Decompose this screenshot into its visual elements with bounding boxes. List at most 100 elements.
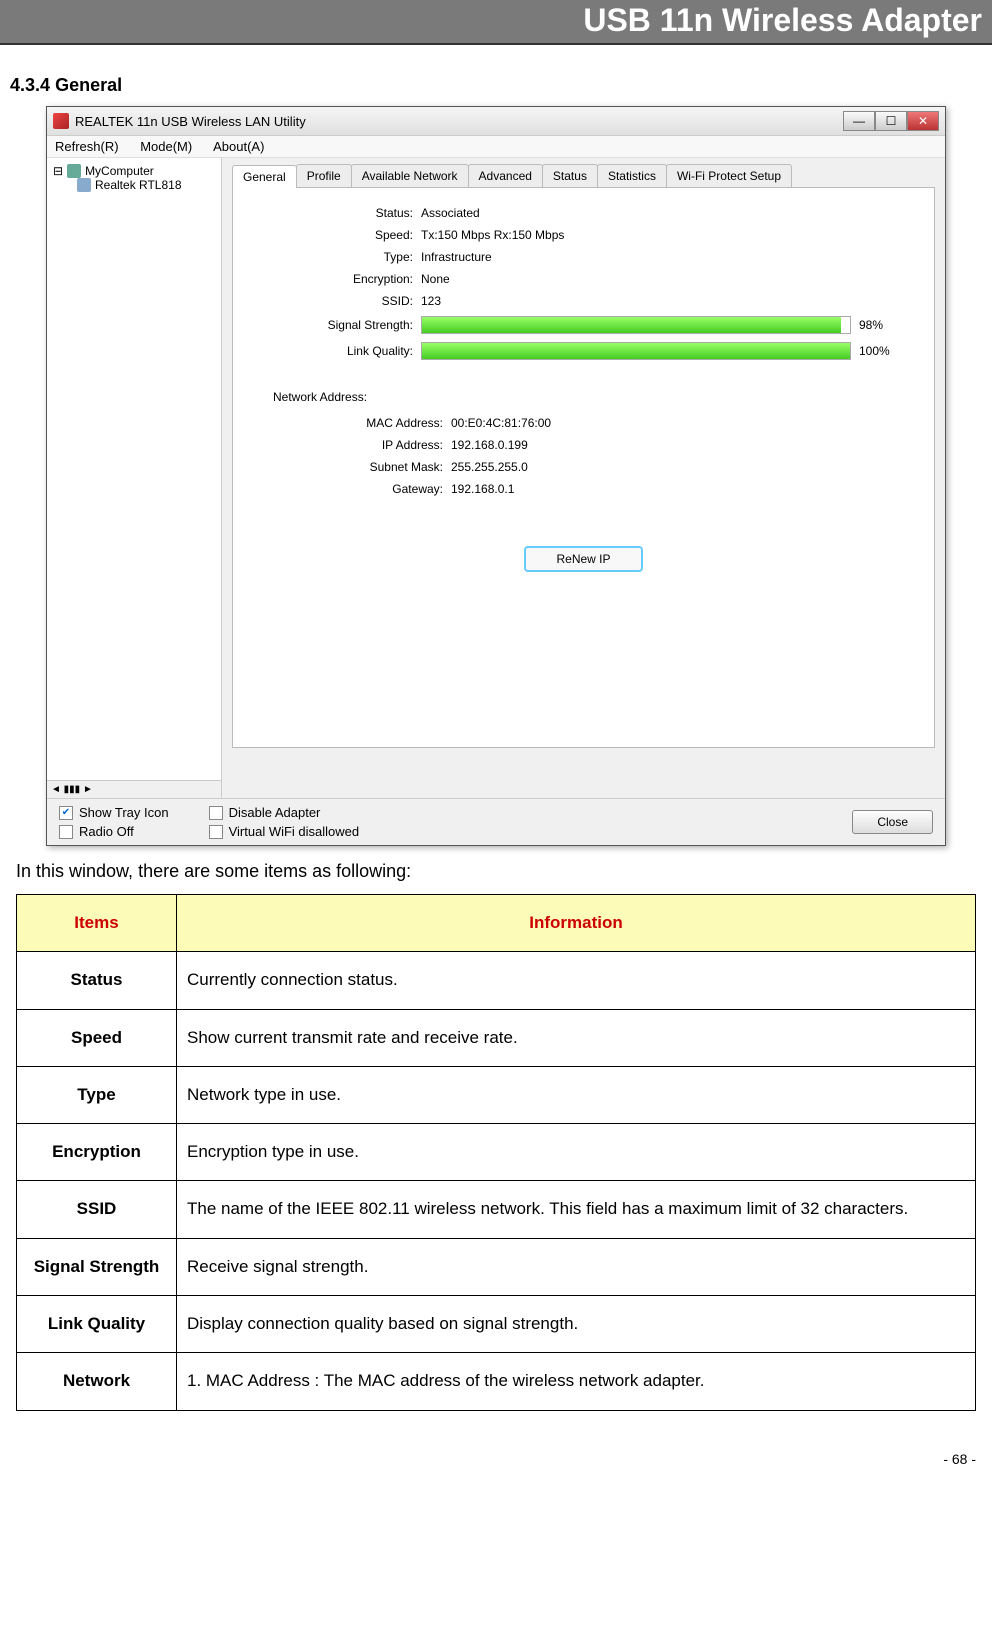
- close-button[interactable]: Close: [852, 810, 933, 834]
- label-ip: IP Address:: [263, 438, 443, 452]
- renew-ip-button[interactable]: ReNew IP: [524, 546, 642, 572]
- cell-item: Link Quality: [17, 1296, 177, 1353]
- disable-adapter-label: Disable Adapter: [229, 805, 321, 820]
- cell-info: Currently connection status.: [177, 952, 976, 1009]
- show-tray-checkbox[interactable]: ✔: [59, 806, 73, 820]
- cell-info: Network type in use.: [177, 1066, 976, 1123]
- tab-statistics[interactable]: Statistics: [597, 164, 667, 187]
- app-icon: [53, 113, 69, 129]
- value-status: Associated: [421, 206, 904, 220]
- cell-item: Type: [17, 1066, 177, 1123]
- tab-profile[interactable]: Profile: [296, 164, 352, 187]
- menu-refresh[interactable]: Refresh(R): [55, 139, 119, 154]
- sidebar-scrollbar[interactable]: ◄ ▮▮▮ ►: [47, 780, 221, 798]
- value-mask: 255.255.255.0: [451, 460, 904, 474]
- label-status: Status:: [263, 206, 413, 220]
- table-row: EncryptionEncryption type in use.: [17, 1124, 976, 1181]
- cell-info: Show current transmit rate and receive r…: [177, 1009, 976, 1066]
- label-type: Type:: [263, 250, 413, 264]
- label-mac: MAC Address:: [263, 416, 443, 430]
- row-type: Type: Infrastructure: [263, 250, 904, 264]
- cell-item: Encryption: [17, 1124, 177, 1181]
- tabs: General Profile Available Network Advanc…: [232, 164, 935, 188]
- network-address-label: Network Address:: [273, 390, 904, 404]
- value-ip: 192.168.0.199: [451, 438, 904, 452]
- cell-info: Display connection quality based on sign…: [177, 1296, 976, 1353]
- menubar: Refresh(R) Mode(M) About(A): [47, 136, 945, 158]
- row-signal-strength: Signal Strength: 98%: [263, 316, 904, 334]
- show-tray-row[interactable]: ✔ Show Tray Icon: [59, 805, 169, 820]
- main-panel: General Profile Available Network Advanc…: [222, 158, 945, 798]
- label-gateway: Gateway:: [263, 482, 443, 496]
- cell-item: Signal Strength: [17, 1238, 177, 1295]
- cell-item: SSID: [17, 1181, 177, 1238]
- info-table: Items Information StatusCurrently connec…: [16, 894, 976, 1411]
- value-mac: 00:E0:4C:81:76:00: [451, 416, 904, 430]
- tab-wifi-protect[interactable]: Wi-Fi Protect Setup: [666, 164, 792, 187]
- virtual-wifi-checkbox[interactable]: [209, 825, 223, 839]
- app-body: ⊟ MyComputer Realtek RTL818 ◄ ▮▮▮ ► Gene…: [47, 158, 945, 798]
- section-name: General: [55, 75, 122, 95]
- app-window: REALTEK 11n USB Wireless LAN Utility — ☐…: [46, 106, 946, 846]
- adapter-icon: [77, 178, 91, 192]
- row-ip: IP Address: 192.168.0.199: [263, 438, 904, 452]
- signal-pct: 98%: [859, 318, 904, 332]
- tree-root-label: MyComputer: [85, 164, 154, 178]
- disable-adapter-row[interactable]: Disable Adapter: [209, 805, 360, 820]
- label-encryption: Encryption:: [263, 272, 413, 286]
- table-row: SpeedShow current transmit rate and rece…: [17, 1009, 976, 1066]
- maximize-button[interactable]: ☐: [875, 111, 907, 131]
- row-encryption: Encryption: None: [263, 272, 904, 286]
- lq-bar-bg: [421, 342, 851, 360]
- label-speed: Speed:: [263, 228, 413, 242]
- row-mac: MAC Address: 00:E0:4C:81:76:00: [263, 416, 904, 430]
- value-gateway: 192.168.0.1: [451, 482, 904, 496]
- table-row: Network1. MAC Address : The MAC address …: [17, 1353, 976, 1410]
- cell-item: Network: [17, 1353, 177, 1410]
- cell-info: Receive signal strength.: [177, 1238, 976, 1295]
- virtual-wifi-row[interactable]: Virtual WiFi disallowed: [209, 824, 360, 839]
- section-title: 4.3.4 General: [10, 75, 992, 96]
- tab-status[interactable]: Status: [542, 164, 598, 187]
- signal-bar-bg: [421, 316, 851, 334]
- value-ssid: 123: [421, 294, 904, 308]
- close-x-button[interactable]: ✕: [907, 111, 939, 131]
- lq-pct: 100%: [859, 344, 904, 358]
- minimize-button[interactable]: —: [843, 111, 875, 131]
- sidebar: ⊟ MyComputer Realtek RTL818 ◄ ▮▮▮ ►: [47, 158, 222, 798]
- tree-toggle-icon[interactable]: ⊟: [53, 164, 63, 178]
- radio-off-checkbox[interactable]: [59, 825, 73, 839]
- tab-available-network[interactable]: Available Network: [351, 164, 469, 187]
- virtual-wifi-label: Virtual WiFi disallowed: [229, 824, 360, 839]
- titlebar: REALTEK 11n USB Wireless LAN Utility — ☐…: [47, 107, 945, 136]
- label-signal-strength: Signal Strength:: [263, 318, 413, 332]
- value-speed: Tx:150 Mbps Rx:150 Mbps: [421, 228, 904, 242]
- tab-general[interactable]: General: [232, 165, 297, 188]
- row-gateway: Gateway: 192.168.0.1: [263, 482, 904, 496]
- page-header: USB 11n Wireless Adapter: [0, 0, 992, 45]
- section-number: 4.3.4: [10, 75, 50, 95]
- row-mask: Subnet Mask: 255.255.255.0: [263, 460, 904, 474]
- menu-mode[interactable]: Mode(M): [140, 139, 192, 154]
- disable-adapter-checkbox[interactable]: [209, 806, 223, 820]
- tree-root[interactable]: ⊟ MyComputer: [53, 164, 217, 178]
- bottom-col-left: ✔ Show Tray Icon Radio Off: [59, 805, 169, 839]
- signal-bar-fill: [422, 317, 841, 333]
- radio-off-row[interactable]: Radio Off: [59, 824, 169, 839]
- tree-child[interactable]: Realtek RTL818: [77, 178, 217, 192]
- bottom-bar: ✔ Show Tray Icon Radio Off Disable Adapt…: [47, 798, 945, 845]
- row-status: Status: Associated: [263, 206, 904, 220]
- menu-about[interactable]: About(A): [213, 139, 264, 154]
- label-mask: Subnet Mask:: [263, 460, 443, 474]
- hdr-items: Items: [17, 895, 177, 952]
- row-link-quality: Link Quality: 100%: [263, 342, 904, 360]
- signal-strength-bar: 98%: [421, 316, 904, 334]
- tab-advanced[interactable]: Advanced: [468, 164, 543, 187]
- bottom-col-mid: Disable Adapter Virtual WiFi disallowed: [209, 805, 360, 839]
- link-quality-bar: 100%: [421, 342, 904, 360]
- title-text: REALTEK 11n USB Wireless LAN Utility: [53, 113, 306, 129]
- network-address-block: MAC Address: 00:E0:4C:81:76:00 IP Addres…: [263, 416, 904, 496]
- hdr-info: Information: [177, 895, 976, 952]
- table-row: TypeNetwork type in use.: [17, 1066, 976, 1123]
- value-encryption: None: [421, 272, 904, 286]
